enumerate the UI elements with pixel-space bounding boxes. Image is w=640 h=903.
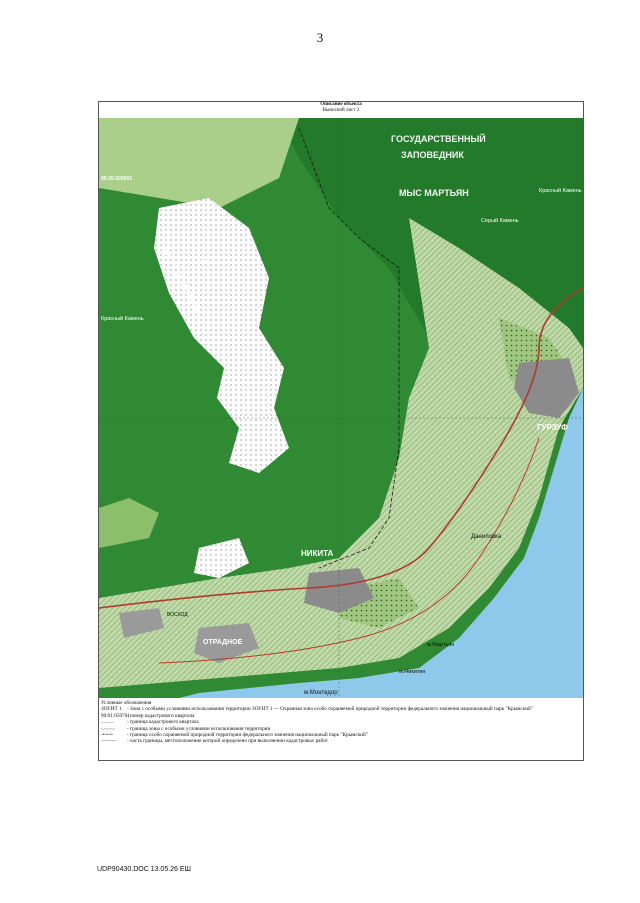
map-sheet: Описание объекта Выносной лист 2 ГОСУДАР… bbox=[98, 101, 584, 761]
sheet-header: Описание объекта Выносной лист 2 bbox=[99, 102, 583, 118]
label-nikitin: м.Никитин bbox=[399, 669, 425, 675]
label-nikitskaya: пер.Никитский bbox=[163, 239, 200, 246]
legend: Условные обозначения ЗОУИТ 1- Зона с осо… bbox=[101, 700, 581, 745]
page-number: 3 bbox=[316, 30, 324, 45]
label-vaskhod: ВОСХОД bbox=[167, 612, 188, 618]
legend-text: - часть границы, местоположение которой … bbox=[127, 738, 328, 745]
label-martyan-cape: м.Мартьян bbox=[427, 642, 454, 648]
legend-text: - граница зоны с особыми условиями испол… bbox=[127, 725, 271, 732]
label-reserve-1: ГОСУДАРСТВЕННЫЙ bbox=[391, 133, 486, 144]
label-danilovka: Даниловка bbox=[471, 534, 502, 540]
topographic-map: ГОСУДАРСТВЕННЫЙ ЗАПОВЕДНИК МЫС МАРТЬЯН Н… bbox=[99, 118, 583, 698]
label-cape-martyan: МЫС МАРТЬЯН bbox=[399, 188, 469, 198]
label-reserve-2: ЗАПОВЕДНИК bbox=[401, 150, 464, 160]
legend-text: - Зона с особыми условиями использования… bbox=[127, 706, 533, 713]
legend-text: - граница особо охраняемой природной тер… bbox=[127, 732, 368, 739]
label-montedor: м.Монтедор bbox=[304, 690, 338, 696]
legend-text: - граница кадастрового квартала bbox=[127, 719, 199, 726]
label-nikita: НИКИТА bbox=[301, 549, 334, 558]
label-kadastr: 90:25:020601 bbox=[101, 176, 132, 182]
label-krasnyi-west: Красный Камень bbox=[101, 315, 144, 322]
label-krasnyi-east: Красный Камень bbox=[539, 187, 582, 194]
document-footer: UDP90430.DOC 13.05.26 ЕШ bbox=[97, 866, 191, 873]
legend-symbol: ——— bbox=[101, 738, 117, 745]
label-gurzuf: ГУРЗУФ bbox=[537, 423, 568, 432]
label-ayudag: Аюдаг bbox=[197, 259, 213, 265]
legend-text: - номер кадастрового квартала bbox=[127, 712, 195, 719]
label-otradnoe: ОТРАДНОЕ bbox=[203, 639, 243, 646]
sheet-subtitle: Выносной лист 2 bbox=[322, 108, 360, 113]
legend-row: ——— - часть границы, местоположение котор… bbox=[101, 738, 581, 744]
label-seryi: Серый Камень bbox=[481, 217, 519, 224]
